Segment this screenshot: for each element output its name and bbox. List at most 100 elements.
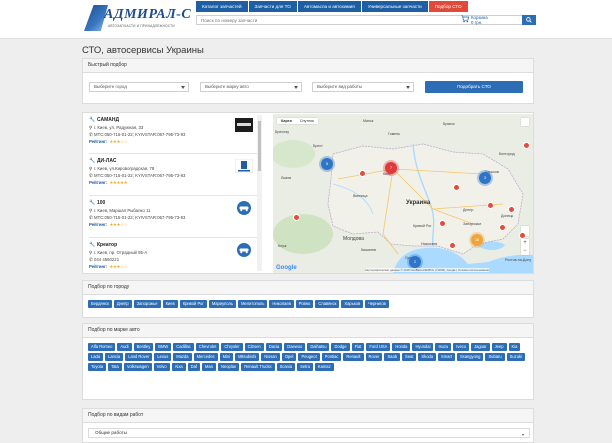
map-pin-icon[interactable] (439, 220, 446, 227)
brand-tag-button[interactable]: Isuzu (435, 343, 452, 351)
map-pin-icon[interactable] (487, 202, 494, 209)
brand-tag-button[interactable]: Cadillac (173, 343, 194, 351)
brand-tag-button[interactable]: Kia (508, 343, 521, 351)
map-pin-icon[interactable] (359, 170, 366, 177)
brand-tag-button[interactable]: Toyota (88, 363, 107, 371)
list-item[interactable]: 🔧 ДИ-ЛАС ⚲ г. Киев, ул.Кировоградская, 78 … (89, 155, 257, 195)
brand-tag-button[interactable]: Ssangyong (456, 353, 484, 361)
brand-tag-button[interactable]: Mitsubishi (235, 353, 260, 361)
city-tag-button[interactable]: Славянск (315, 300, 340, 308)
brand-tag-button[interactable]: Hyundai (412, 343, 434, 351)
brand-tag-button[interactable]: Jaguar (471, 343, 490, 351)
map[interactable]: Карта Спутник + − Минск Брест Гомель Брян… (273, 114, 533, 273)
find-sto-button[interactable]: Подобрать СТО (425, 81, 523, 93)
brand-tag-button[interactable]: Mini (219, 353, 234, 361)
city-tag-button[interactable]: Харьков (341, 300, 364, 308)
brand-tag-button[interactable]: Subaru (485, 353, 505, 361)
map-pin-icon[interactable] (499, 224, 506, 231)
map-pin-icon[interactable] (449, 242, 456, 249)
brand-tag-button[interactable]: Opel (281, 353, 297, 361)
brand-tag-button[interactable]: Suzuki (506, 353, 525, 361)
brand-tag-button[interactable]: Kamaz (314, 363, 334, 371)
brand-tag-button[interactable]: Fiat (351, 343, 365, 351)
brand-tag-button[interactable]: Lada (88, 353, 104, 361)
map-attribution[interactable]: Картографические данные © 2018 GeoBasis-… (365, 268, 489, 272)
list-item[interactable]: 🔧 САМАНД ⚲ г. Киев, ул. Радужная, 33 ✆МТС:… (89, 114, 257, 154)
nav-oils[interactable]: Автомасла и автохимия (297, 1, 361, 12)
nav-universal[interactable]: Универсальные запчасти (361, 1, 428, 12)
city-tag-button[interactable]: Мариуполь (208, 300, 237, 308)
brand-tag-button[interactable]: Daewoo (284, 343, 306, 351)
search-button[interactable] (522, 15, 536, 25)
brand-tag-button[interactable]: Alfa Romeo (88, 343, 116, 351)
brand-tag-button[interactable]: Mercedes (193, 353, 218, 361)
brand-tag-button[interactable]: Neoplan (218, 363, 240, 371)
brand-tag-button[interactable]: Nissan (261, 353, 280, 361)
brand-tag-button[interactable]: Iveco (453, 343, 470, 351)
map-pin-icon[interactable] (508, 206, 515, 213)
work-select[interactable]: Выберите вид работы (312, 82, 414, 92)
brand-tag-button[interactable]: Lexus (154, 353, 172, 361)
brand-tag-button[interactable]: Jeep (491, 343, 507, 351)
sto-name[interactable]: САМАНД (97, 117, 119, 123)
map-pin-icon[interactable] (293, 214, 300, 221)
brand-tag-button[interactable]: Saab (384, 353, 400, 361)
city-tag-button[interactable]: Чернигов (365, 300, 389, 308)
work-accordion-item[interactable]: Общие работы ▾ (88, 428, 530, 438)
site-logo[interactable]: АДМИРАЛ-С АВТОЗАПЧАСТИ И ПРИНАДЛЕЖНОСТИ (84, 5, 191, 32)
brand-tag-button[interactable]: Skoda (418, 353, 437, 361)
brand-tag-button[interactable]: Honda (392, 343, 411, 351)
zoom-in-icon[interactable]: + (521, 239, 529, 247)
map-cluster[interactable]: 7 (385, 162, 397, 174)
brand-tag-button[interactable]: Scania (276, 363, 296, 371)
map-pin-icon[interactable] (453, 184, 460, 191)
brand-tag-button[interactable]: Bentley (133, 343, 154, 351)
brand-tag-button[interactable]: Daf (187, 363, 201, 371)
brand-tag-button[interactable]: Renault Trucks (241, 363, 275, 371)
nav-sto[interactable]: Подбор СТО (428, 1, 468, 12)
map-tab-satellite[interactable]: Спутник (296, 118, 318, 124)
brand-tag-button[interactable]: Tata (108, 363, 122, 371)
sto-name[interactable]: Креатор (97, 242, 117, 248)
brand-tag-button[interactable]: Chrysler (221, 343, 243, 351)
brand-tag-button[interactable]: Ford USA (366, 343, 391, 351)
brand-tag-button[interactable]: Chevrolet (195, 343, 220, 351)
scrollbar-thumb[interactable] (258, 121, 261, 171)
city-tag-button[interactable]: Бердянск (88, 300, 112, 308)
fullscreen-icon[interactable] (521, 118, 529, 126)
zoom-control[interactable]: + − (521, 239, 529, 255)
brand-tag-button[interactable]: Daihatsu (307, 343, 330, 351)
brand-tag-button[interactable]: BMW (155, 343, 172, 351)
map-cluster[interactable]: 2 (409, 256, 421, 268)
city-select[interactable]: Выберите город (89, 82, 189, 92)
map-cluster[interactable]: 5 (321, 158, 333, 170)
brand-tag-button[interactable]: Man (202, 363, 216, 371)
map-cluster[interactable]: 18 (471, 234, 483, 246)
city-tag-button[interactable]: Ровно (295, 300, 314, 308)
list-item[interactable]: 🔧 100 ⚲ г. Киев, Маршал Рыбалко 11 ✆МТС:05… (89, 197, 257, 237)
brand-tag-button[interactable]: Peugeot (298, 353, 320, 361)
brand-tag-button[interactable]: Smart (438, 353, 455, 361)
map-pin-icon[interactable] (519, 232, 526, 239)
brand-tag-button[interactable]: Aixa (171, 363, 186, 371)
brand-tag-button[interactable]: Rover (365, 353, 383, 361)
list-item[interactable]: 🔧 Креатор ⚲ г. Киев, пр. Отрадный 95-А ✆04… (89, 239, 257, 273)
brand-tag-button[interactable]: Audi (117, 343, 132, 351)
brand-tag-button[interactable]: Land Rover (125, 353, 153, 361)
brand-tag-button[interactable]: Renault (343, 353, 364, 361)
brand-tag-button[interactable]: Volkswagen (123, 363, 152, 371)
nav-to-parts[interactable]: Запчасти для ТО (248, 1, 297, 12)
city-tag-button[interactable]: Киев (162, 300, 178, 308)
city-tag-button[interactable]: Днепр (113, 300, 132, 308)
brand-select[interactable]: Выберите марку авто (200, 82, 302, 92)
map-pin-icon[interactable] (523, 142, 530, 149)
brand-tag-button[interactable]: Seat (402, 353, 417, 361)
sto-name[interactable]: 100 (97, 200, 105, 206)
brand-tag-button[interactable]: Dodge (331, 343, 350, 351)
city-tag-button[interactable]: Мелитополь (238, 300, 268, 308)
brand-tag-button[interactable]: Lancia (105, 353, 124, 361)
brand-tag-button[interactable]: Pontiac (321, 353, 342, 361)
nav-catalog[interactable]: Каталог запчастей (196, 1, 248, 12)
city-tag-button[interactable]: Запорожье (133, 300, 161, 308)
brand-tag-button[interactable]: Setra (297, 363, 313, 371)
